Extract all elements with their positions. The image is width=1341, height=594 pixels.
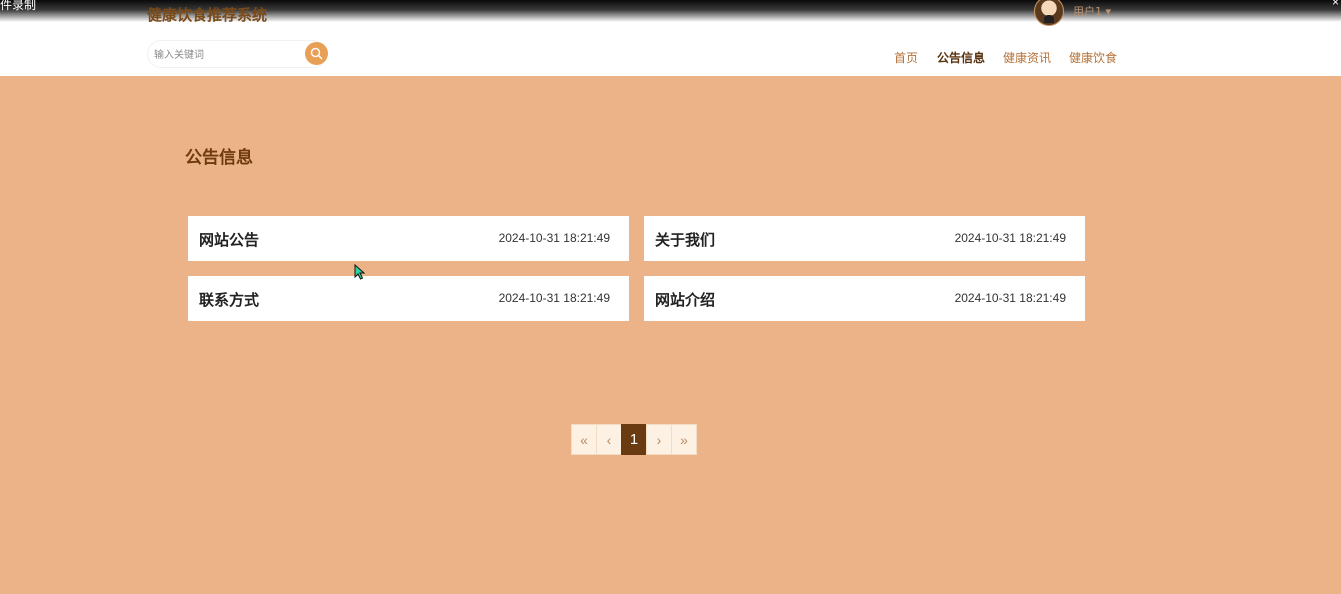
pagination: « ‹ 1 › » — [571, 424, 697, 455]
nav-home[interactable]: 首页 — [894, 49, 918, 66]
notice-time: 2024-10-31 18:21:49 — [498, 231, 610, 245]
nav-notices[interactable]: 公告信息 — [937, 49, 985, 66]
nav-health-news[interactable]: 健康资讯 — [1003, 49, 1051, 66]
wave-divider — [0, 77, 1341, 90]
recorder-label: 件录制 — [0, 0, 37, 12]
page-prev-button[interactable]: ‹ — [596, 424, 622, 455]
notice-title: 网站介绍 — [655, 291, 716, 309]
notice-time: 2024-10-31 18:21:49 — [954, 231, 1066, 245]
search-button[interactable] — [305, 42, 328, 65]
notice-time: 2024-10-31 18:21:49 — [954, 291, 1066, 305]
notice-title: 关于我们 — [655, 231, 716, 249]
site-title[interactable]: 健康饮食推荐系统 — [147, 4, 267, 25]
notice-title: 联系方式 — [199, 291, 260, 309]
search-input[interactable] — [154, 47, 304, 63]
search-box — [147, 40, 327, 68]
section-title: 公告信息 — [185, 148, 253, 168]
mouse-cursor-icon — [354, 264, 366, 280]
page-last-button[interactable]: » — [671, 424, 697, 455]
page-next-button[interactable]: › — [646, 424, 672, 455]
notice-time: 2024-10-31 18:21:49 — [498, 291, 610, 305]
notice-card[interactable]: 关于我们 2024-10-31 18:21:49 — [644, 216, 1085, 261]
page-current-button[interactable]: 1 — [621, 424, 647, 455]
nav-healthy-diet[interactable]: 健康饮食 — [1069, 49, 1117, 66]
notice-title: 网站公告 — [199, 231, 260, 249]
page-first-button[interactable]: « — [571, 424, 597, 455]
user-menu[interactable]: 用户1 ▾ — [1073, 3, 1111, 19]
notice-card[interactable]: 联系方式 2024-10-31 18:21:49 — [188, 276, 629, 321]
notice-card[interactable]: 网站公告 2024-10-31 18:21:49 — [188, 216, 629, 261]
recorder-close-icon[interactable]: × — [1332, 0, 1339, 9]
notice-card[interactable]: 网站介绍 2024-10-31 18:21:49 — [644, 276, 1085, 321]
search-icon — [310, 47, 323, 60]
